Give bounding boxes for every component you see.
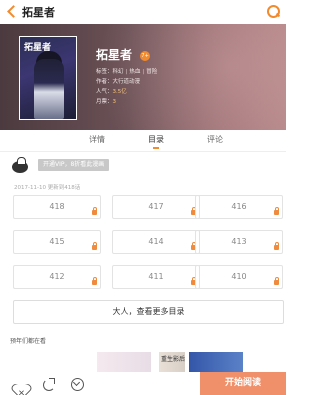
download-icon[interactable] [69, 376, 85, 392]
thumbnail-title: 重生影后 [161, 356, 186, 363]
chapter-number: 414 [148, 237, 164, 246]
monthly-ticket-value: 3 [112, 99, 117, 105]
active-tab-indicator [153, 147, 159, 149]
tags-row: 标签：科幻 | 热血 | 冒险 [96, 69, 158, 75]
lock-icon [92, 277, 97, 285]
chapter-number: 411 [148, 272, 164, 281]
recommendation-thumbnail[interactable] [189, 352, 243, 372]
book-name: 拓星者 [96, 48, 133, 62]
tag[interactable]: 热血 [129, 69, 140, 75]
tag[interactable]: 冒险 [146, 69, 157, 75]
chapter-button[interactable]: 411 [112, 265, 200, 289]
page-title: 拓星者 [22, 6, 55, 19]
chapter-button[interactable]: 416 [195, 195, 283, 219]
tab-catalog[interactable]: 目录 [136, 134, 176, 145]
chapter-number: 418 [49, 202, 65, 211]
tab-bar: 详情 目录 评论 [0, 130, 286, 152]
top-bar: 拓星者 [0, 0, 286, 24]
monthly-ticket-row: 月票：3 [96, 97, 157, 107]
chapter-button[interactable]: 413 [195, 230, 283, 254]
chapter-number: 417 [148, 202, 164, 211]
chapter-button[interactable]: 415 [13, 230, 101, 254]
chef-mascot-icon [12, 157, 32, 173]
update-status: 2017-11-10 更新到418话 [14, 185, 81, 191]
chapter-button[interactable]: 417 [112, 195, 200, 219]
more-chapters-button[interactable]: 大人，查看更多目录 [13, 300, 284, 324]
lock-icon [92, 242, 97, 250]
also-watching-title: 预年们都在看 [10, 338, 47, 345]
tab-details[interactable]: 详情 [77, 134, 117, 145]
chapter-number: 413 [231, 237, 247, 246]
book-info: 拓星者 7+ 标签：科幻 | 热血 | 冒险 作者：大行道动漫 人气：3.5亿 月票：3 [96, 44, 157, 107]
book-meta: 标签：科幻 | 热血 | 冒险 作者：大行道动漫 人气：3.5亿 月票：3 [96, 67, 157, 107]
lock-icon [274, 207, 279, 215]
book-hero: 拓星者 拓星者 7+ 标签：科幻 | 热血 | 冒险 作者：大行道动漫 人气：3.5亿 … [0, 24, 286, 130]
age-rating-badge: 7+ [140, 51, 151, 61]
chapter-button[interactable]: 412 [13, 265, 101, 289]
chapter-button[interactable]: 414 [112, 230, 200, 254]
lock-icon [92, 207, 97, 215]
recommendation-strip: 重生影后 [0, 352, 286, 372]
chapter-button[interactable]: 418 [13, 195, 101, 219]
start-reading-button[interactable]: 开始阅读 [200, 372, 286, 395]
chapter-button[interactable]: 410 [195, 265, 283, 289]
popularity-row: 人气：3.5亿 [96, 87, 157, 97]
tag[interactable]: 科幻 [113, 69, 124, 75]
tags-label: 标签： [96, 69, 113, 75]
chevron-left-icon[interactable] [6, 5, 20, 19]
recommendation-thumbnail[interactable] [97, 352, 151, 372]
chapter-number: 412 [49, 272, 65, 281]
chapter-number: 410 [231, 272, 247, 281]
search-icon[interactable] [266, 4, 280, 18]
share-icon[interactable] [41, 376, 57, 392]
monthly-ticket-label: 月票： [96, 99, 113, 105]
chapter-number: 415 [49, 237, 65, 246]
author: 作者：大行道动漫 [96, 79, 141, 85]
cover-title: 拓星者 [24, 43, 52, 53]
bottom-action-bar: 开始阅读 [0, 372, 286, 395]
popularity-value: 3.5亿 [112, 89, 127, 95]
tab-comments[interactable]: 评论 [195, 134, 235, 145]
popularity-label: 人气： [96, 89, 113, 95]
lock-icon [274, 242, 279, 250]
cover-figure [34, 59, 64, 119]
heart-icon[interactable] [13, 376, 29, 392]
lock-icon [274, 277, 279, 285]
chapter-number: 416 [231, 202, 247, 211]
vip-banner-button[interactable]: 开通VIP，8折看此漫画 [38, 159, 110, 171]
book-cover[interactable]: 拓星者 [19, 36, 77, 120]
recommendation-thumbnail[interactable]: 重生影后 [159, 352, 185, 372]
